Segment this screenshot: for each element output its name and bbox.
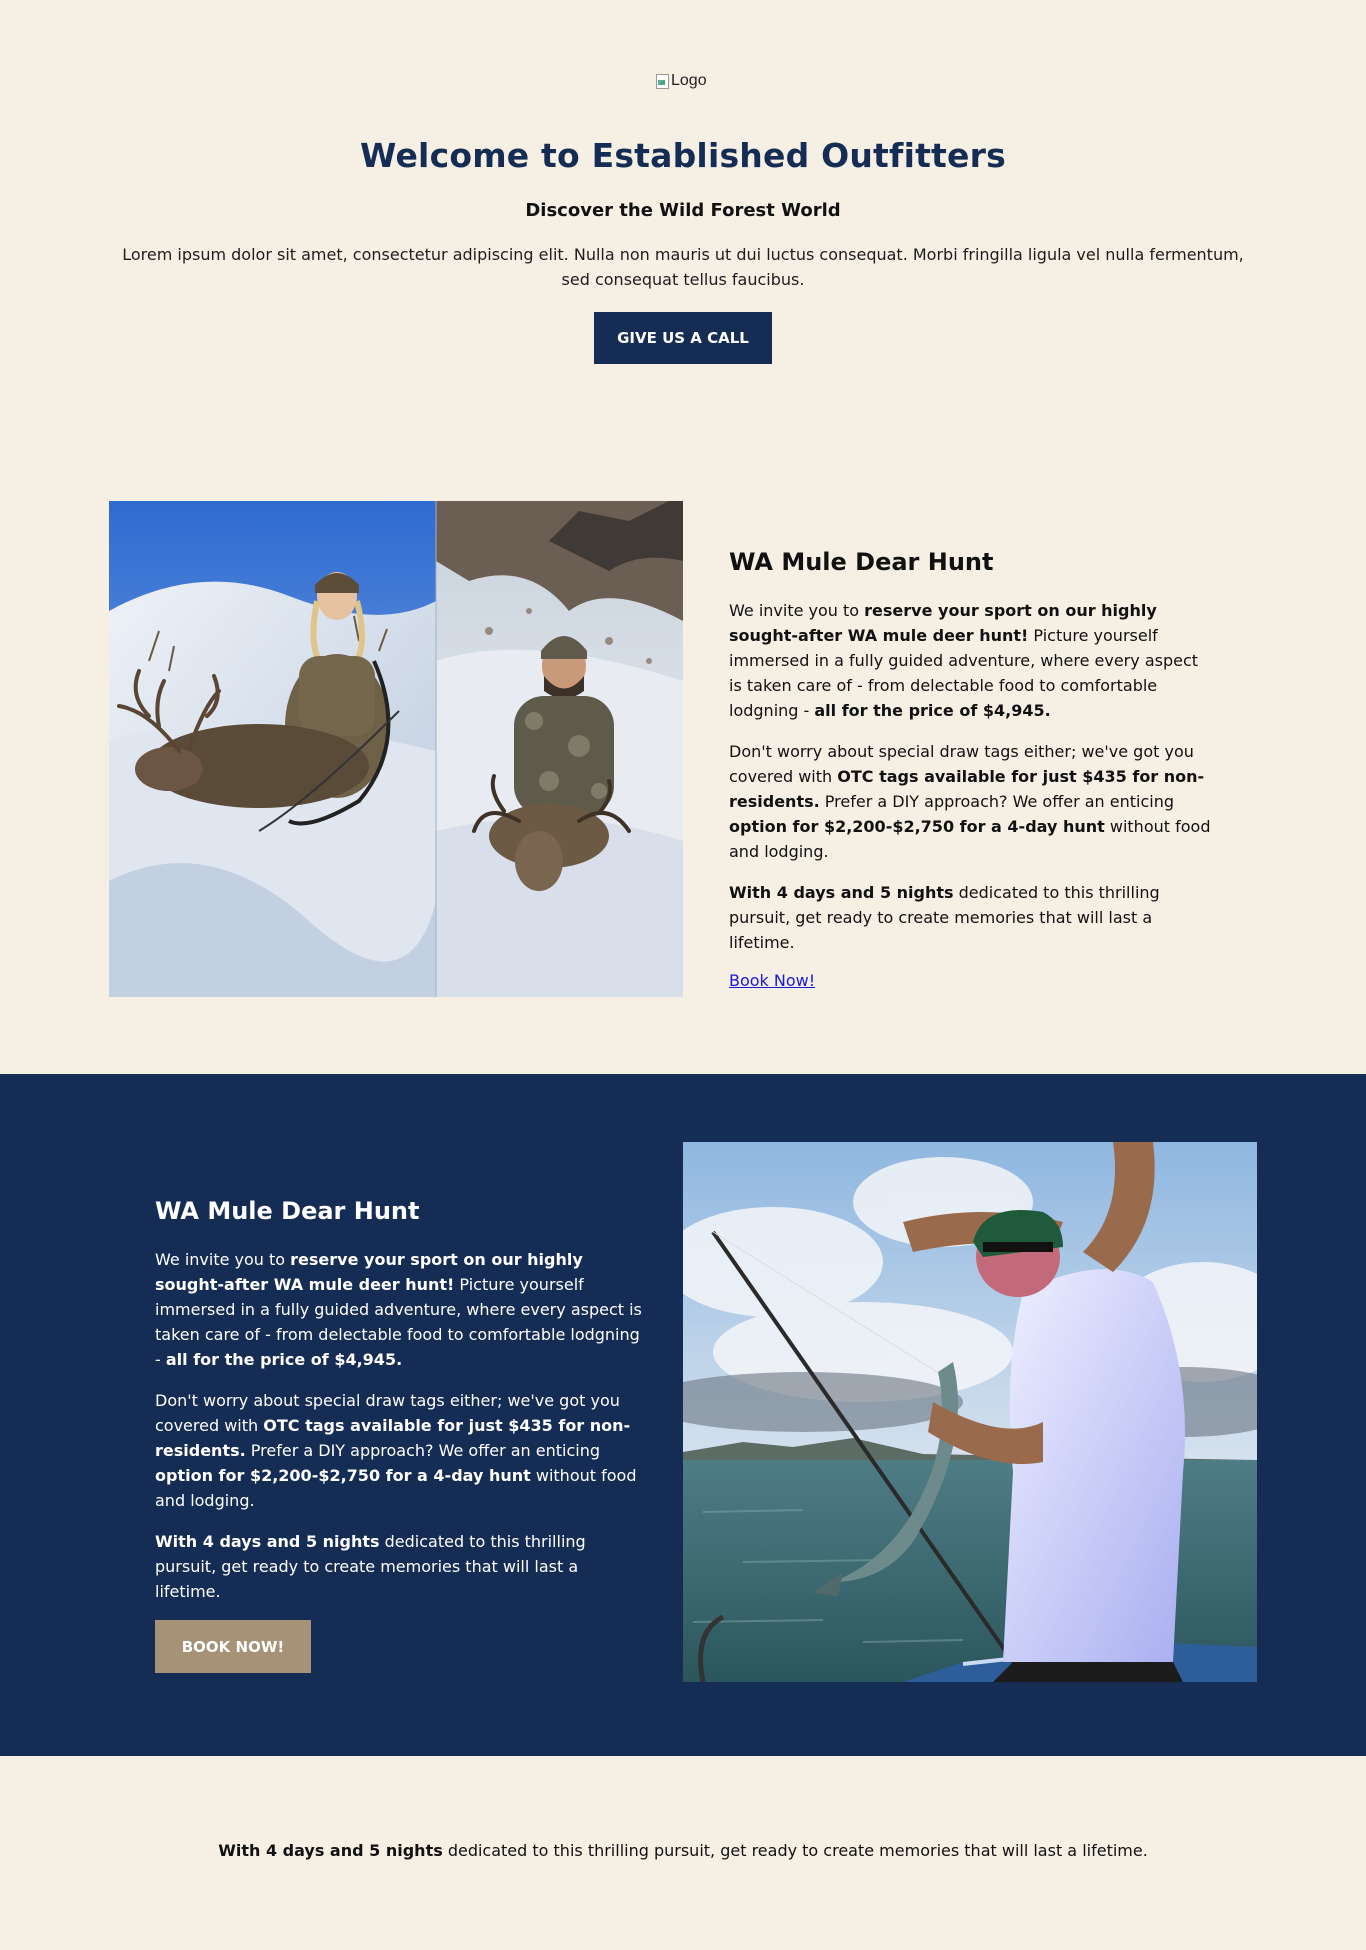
bold-text: all for the price of $4,945. [165, 1350, 403, 1369]
footer-tagline: With 4 days and 5 nights dedicated to th… [0, 1841, 1366, 1860]
section2-paragraph-2: Don't worry about special draw tags eith… [155, 1388, 642, 1513]
page-title: Welcome to Established Outfitters [360, 136, 1006, 175]
text: dedicated to this thrilling pursuit, get… [442, 1841, 1148, 1860]
text: We invite you to [155, 1250, 291, 1269]
hero-section: Logo Welcome to Established Outfitters D… [0, 0, 1366, 420]
page-subtitle: Discover the Wild Forest World [525, 200, 841, 221]
section1-title: WA Mule Dear Hunt [729, 548, 994, 576]
bold-text: option for $2,200-$2,750 for a 4-day hun… [155, 1466, 531, 1485]
section2-title: WA Mule Dear Hunt [155, 1197, 420, 1225]
section2-text: WA Mule Dear Hunt We invite you to reser… [155, 1197, 642, 1673]
broken-image-icon [655, 73, 669, 89]
logo-image: Logo [655, 70, 707, 92]
text: Prefer a DIY approach? We offer an entic… [819, 792, 1175, 811]
bold-text: With 4 days and 5 nights [218, 1841, 443, 1860]
section2-paragraph-1: We invite you to reserve your sport on o… [155, 1247, 642, 1372]
bold-text: option for $2,200-$2,750 for a 4-day hun… [729, 817, 1105, 836]
section1-paragraph-1: We invite you to reserve your sport on o… [729, 598, 1214, 723]
fisherman-photo [683, 1142, 1257, 1682]
section1-text: WA Mule Dear Hunt We invite you to reser… [729, 548, 1214, 990]
section2-paragraph-3: With 4 days and 5 nights dedicated to th… [155, 1529, 642, 1604]
logo-alt-text: Logo [671, 72, 707, 89]
text: Prefer a DIY approach? We offer an entic… [245, 1441, 601, 1460]
bold-text: With 4 days and 5 nights [729, 883, 954, 902]
section1-paragraph-3: With 4 days and 5 nights dedicated to th… [729, 880, 1214, 955]
bold-text: With 4 days and 5 nights [155, 1532, 380, 1551]
page: Logo Welcome to Established Outfitters D… [0, 0, 1366, 1950]
bold-text: all for the price of $4,945. [814, 701, 1051, 720]
hero-description: Lorem ipsum dolor sit amet, consectetur … [122, 245, 1244, 289]
give-us-a-call-button[interactable]: GIVE US A CALL [594, 312, 772, 364]
section1-paragraph-2: Don't worry about special draw tags eith… [729, 739, 1214, 864]
book-now-link[interactable]: Book Now! [729, 971, 815, 990]
book-now-button[interactable]: BOOK NOW! [155, 1620, 311, 1673]
hunters-with-deer-photo [109, 501, 683, 997]
text: We invite you to [729, 601, 865, 620]
